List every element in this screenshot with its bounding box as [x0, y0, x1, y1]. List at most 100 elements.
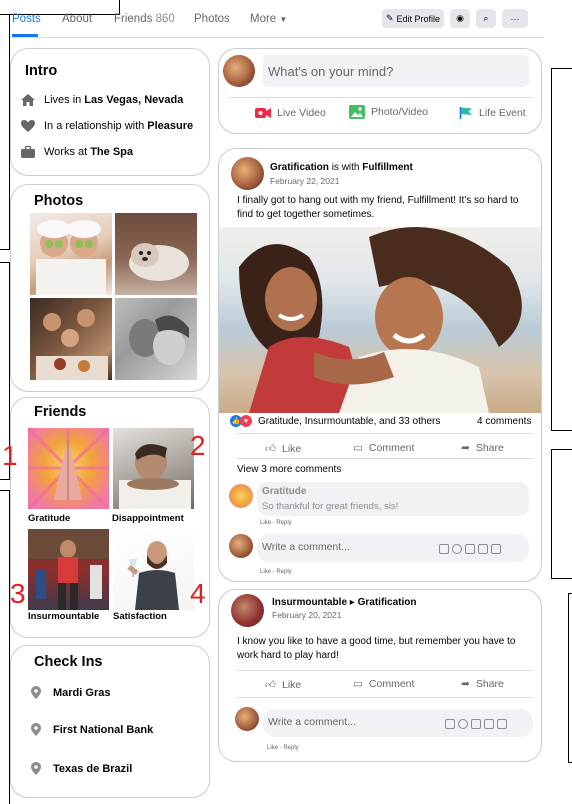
- checkin-item[interactable]: First National Bank: [31, 723, 153, 736]
- post-target-name[interactable]: Gratification: [358, 597, 417, 608]
- view-more-comments[interactable]: View 3 more comments: [237, 463, 341, 477]
- gif-icon[interactable]: [478, 544, 488, 554]
- photo-thumbnail-1[interactable]: [30, 213, 112, 295]
- intro-relationship: In a relationship with Pleasure: [20, 119, 193, 133]
- man-drinking-image: [127, 541, 179, 610]
- checkin-item[interactable]: Texas de Brazil: [31, 762, 132, 775]
- comment-like-reply[interactable]: Like · Reply: [260, 520, 292, 526]
- user-avatar[interactable]: [235, 707, 259, 731]
- like-label: Like: [281, 678, 302, 691]
- reaction-icons[interactable]: 👍 ♥: [230, 415, 252, 427]
- tab-about[interactable]: About: [62, 13, 92, 25]
- camera-icon[interactable]: [471, 719, 481, 729]
- checkin-label: Texas de Brazil: [53, 762, 133, 775]
- post-author-name[interactable]: Gratification: [270, 162, 329, 173]
- friend-number-label: 3: [10, 578, 26, 609]
- runner-image: [28, 529, 109, 610]
- comment-input-icons: [439, 544, 501, 554]
- tab-more[interactable]: More ▼: [250, 13, 287, 25]
- comment-button[interactable]: ▭ Comment: [353, 442, 414, 454]
- annotation-frame: [0, 490, 10, 804]
- post-author-name[interactable]: Insurmountable: [272, 597, 347, 608]
- friend-name-satisfaction[interactable]: Satisfaction: [113, 611, 167, 622]
- post-date[interactable]: February 20, 2021: [272, 610, 341, 620]
- friend-number-label: 4: [190, 578, 206, 609]
- post-author-avatar[interactable]: [231, 594, 264, 627]
- sad-man-image: [119, 444, 191, 509]
- status-input[interactable]: What's on your mind?: [263, 55, 529, 87]
- friend-number-label: 1: [2, 440, 18, 471]
- like-button[interactable]: 👍︎ Like: [265, 442, 301, 456]
- commenter-avatar[interactable]: [229, 484, 253, 508]
- relationship-value[interactable]: Pleasure: [147, 120, 193, 132]
- friend-number-label: 2: [190, 430, 206, 461]
- annotation-frame: [551, 449, 572, 579]
- user-avatar[interactable]: [223, 55, 255, 87]
- friend-photo-disappointment[interactable]: [113, 428, 194, 509]
- edit-profile-button[interactable]: ✎ Edit Profile: [382, 9, 444, 28]
- tab-photos[interactable]: Photos: [194, 13, 230, 25]
- emoji-icon[interactable]: [458, 719, 468, 729]
- live-video-icon: [255, 108, 271, 118]
- friend-name-disappointment[interactable]: Disappointment: [112, 513, 184, 524]
- post-card-1: Gratification is with Fulfillment Februa…: [218, 148, 542, 582]
- friends-card: Friends Gratitude Disappointment Insurmo…: [10, 397, 210, 638]
- tab-friends[interactable]: Friends 860: [114, 13, 175, 25]
- post-date[interactable]: February 22, 2021: [270, 176, 339, 186]
- works-value[interactable]: The Spa: [90, 146, 133, 158]
- more-options-button[interactable]: ···: [502, 9, 528, 28]
- share-label: Share: [475, 442, 504, 454]
- reactions-summary[interactable]: Gratitude, Insurmountable, and 33 others: [258, 415, 440, 429]
- comment-author[interactable]: Gratitude: [262, 486, 306, 497]
- caret-down-icon: ▼: [279, 15, 288, 24]
- location-pin-icon: [31, 762, 41, 775]
- gif-icon[interactable]: [439, 544, 449, 554]
- camera-icon[interactable]: [465, 544, 475, 554]
- comment-button[interactable]: ▭ Comment: [353, 678, 414, 690]
- post-text: I know you like to have a good time, but…: [237, 636, 516, 661]
- photo-video-button[interactable]: Photo/Video: [349, 105, 428, 119]
- lives-value[interactable]: Las Vegas, Nevada: [84, 94, 183, 106]
- friends-count: 860: [155, 13, 175, 25]
- view-as-button[interactable]: ◉: [450, 9, 470, 28]
- sticker-icon[interactable]: [491, 544, 501, 554]
- user-avatar[interactable]: [229, 534, 253, 558]
- with-text: is with: [331, 162, 360, 173]
- share-button[interactable]: ➦ Share: [461, 442, 504, 454]
- post-photo[interactable]: [219, 227, 541, 413]
- photo-thumbnail-4[interactable]: [115, 298, 197, 380]
- gif-icon[interactable]: [484, 719, 494, 729]
- friend-name-insurmountable[interactable]: Insurmountable: [28, 611, 99, 622]
- post-author-avatar[interactable]: [231, 157, 264, 190]
- life-event-button[interactable]: Life Event: [459, 107, 526, 119]
- lives-prefix: Lives in: [44, 94, 82, 106]
- comment-like-reply[interactable]: Like · Reply: [267, 745, 299, 751]
- friend-photo-insurmountable[interactable]: [28, 529, 109, 610]
- annotation-frame: [0, 14, 10, 250]
- intro-title: Intro: [25, 63, 58, 79]
- comment-label: Comment: [368, 678, 415, 690]
- tagged-friend-name[interactable]: Fulfillment: [362, 162, 413, 173]
- tab-posts[interactable]: Posts: [12, 13, 41, 25]
- share-button[interactable]: ➦ Share: [461, 678, 504, 690]
- emoji-icon[interactable]: [452, 544, 462, 554]
- photos-title: Photos: [34, 193, 84, 209]
- photo-thumbnail-2[interactable]: [115, 213, 197, 295]
- comments-count[interactable]: 4 comments: [477, 415, 531, 429]
- post-author-line: Gratification is with Fulfillment: [270, 162, 413, 173]
- comment-like-reply[interactable]: Like · Reply: [260, 569, 292, 575]
- friend-photo-gratitude[interactable]: [28, 428, 109, 509]
- post-divider: [237, 458, 533, 459]
- search-button[interactable]: ⌕: [476, 9, 496, 28]
- like-button[interactable]: 👍︎ Like: [265, 678, 302, 692]
- friend-photo-satisfaction[interactable]: [113, 529, 194, 610]
- photo-thumbnail-3[interactable]: [30, 298, 112, 380]
- checkin-item[interactable]: Mardi Gras: [31, 686, 110, 699]
- gif-icon[interactable]: [445, 719, 455, 729]
- active-tab-indicator: [12, 34, 38, 37]
- love-reaction-icon: ♥: [240, 415, 252, 427]
- friend-name-gratitude[interactable]: Gratitude: [28, 513, 70, 524]
- live-video-button[interactable]: Live Video: [255, 107, 326, 119]
- sticker-icon[interactable]: [497, 719, 507, 729]
- post-divider: [237, 670, 533, 671]
